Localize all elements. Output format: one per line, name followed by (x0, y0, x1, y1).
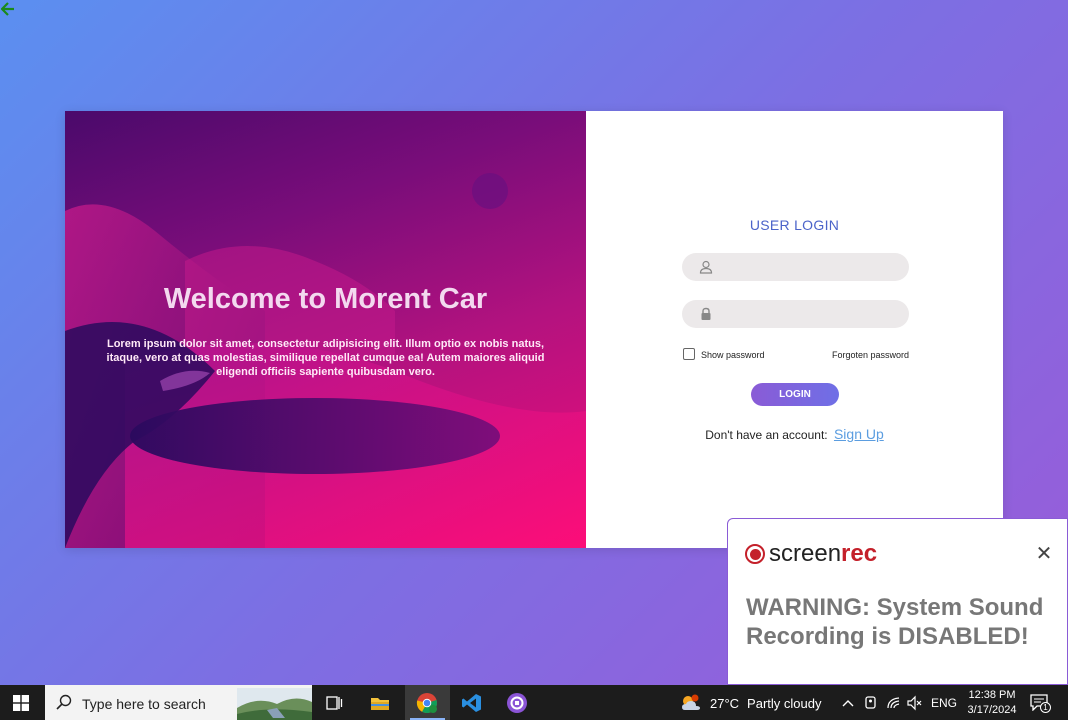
no-account-text: Don't have an account: (705, 428, 828, 442)
language-indicator[interactable]: ENG (931, 696, 957, 720)
forgot-password-link[interactable]: Forgoten password (832, 350, 909, 360)
weather-temperature: 27°C (710, 695, 740, 711)
search-highlight-image (237, 688, 312, 720)
hero-description: Lorem ipsum dolor sit amet, consectetur … (106, 338, 545, 378)
user-icon (699, 260, 713, 274)
show-password-checkbox[interactable] (683, 348, 695, 360)
login-button[interactable]: LOGIN (751, 383, 839, 406)
login-title: USER LOGIN (749, 217, 840, 233)
login-card: Welcome to Morent Car Lorem ipsum dolor … (65, 111, 1003, 548)
clock-date: 3/17/2024 (967, 704, 1017, 716)
password-field[interactable] (682, 300, 909, 328)
clock[interactable]: 12:38 PM 3/17/2024 (962, 688, 1022, 718)
weather-icon (682, 694, 700, 710)
task-view-icon[interactable] (323, 692, 345, 714)
record-icon (745, 544, 765, 564)
sound-warning: WARNING: System Sound Recording is DISAB… (746, 594, 1044, 650)
search-placeholder: Type here to search (82, 696, 206, 712)
windows-start-icon[interactable] (13, 695, 29, 711)
volume-muted-icon[interactable] (906, 695, 924, 711)
login-options: Show password Forgoten password (682, 348, 909, 362)
clock-time: 12:38 PM (968, 689, 1016, 701)
github-desktop-icon[interactable] (506, 692, 528, 714)
close-icon[interactable]: ✕ (1035, 544, 1053, 564)
notification-center[interactable]: 1 (1030, 694, 1051, 713)
file-explorer-icon[interactable] (369, 692, 391, 714)
signup-row: Don't have an account: Sign Up (586, 426, 1003, 442)
username-input[interactable] (722, 257, 897, 277)
screenrec-popup: screen rec ✕ WARNING: System Sound Record… (727, 518, 1068, 685)
brand-name-part2: rec (841, 540, 878, 567)
weather-description: Partly cloudy (747, 695, 822, 711)
username-field[interactable] (682, 253, 909, 281)
back-arrow-icon[interactable] (0, 2, 17, 18)
wifi-icon[interactable] (886, 695, 902, 711)
chrome-icon[interactable] (416, 692, 438, 714)
chevron-up-icon[interactable] (841, 696, 855, 710)
login-panel: USER LOGIN Show password Forgoten passwo… (586, 111, 1003, 548)
lock-icon (701, 307, 711, 320)
taskbar-search[interactable]: Type here to search (45, 685, 312, 720)
show-password-label[interactable]: Show password (701, 350, 765, 360)
hero-illustration (65, 173, 586, 548)
hero-title: Welcome to Morent Car (163, 283, 488, 315)
taskbar: Type here to search 27°C Partly cloudy E… (0, 685, 1068, 720)
signup-link[interactable]: Sign Up (834, 426, 884, 442)
hero-panel: Welcome to Morent Car Lorem ipsum dolor … (65, 111, 586, 548)
weather-widget[interactable]: 27°C Partly cloudy (680, 694, 821, 712)
brand-name-part1: screen (769, 540, 842, 567)
meet-now-icon[interactable] (863, 695, 879, 711)
notification-count: 1 (1040, 702, 1051, 713)
screenrec-logo: screen rec (745, 540, 878, 567)
vscode-icon[interactable] (461, 692, 483, 714)
search-icon (56, 694, 72, 710)
password-input[interactable] (722, 304, 897, 324)
